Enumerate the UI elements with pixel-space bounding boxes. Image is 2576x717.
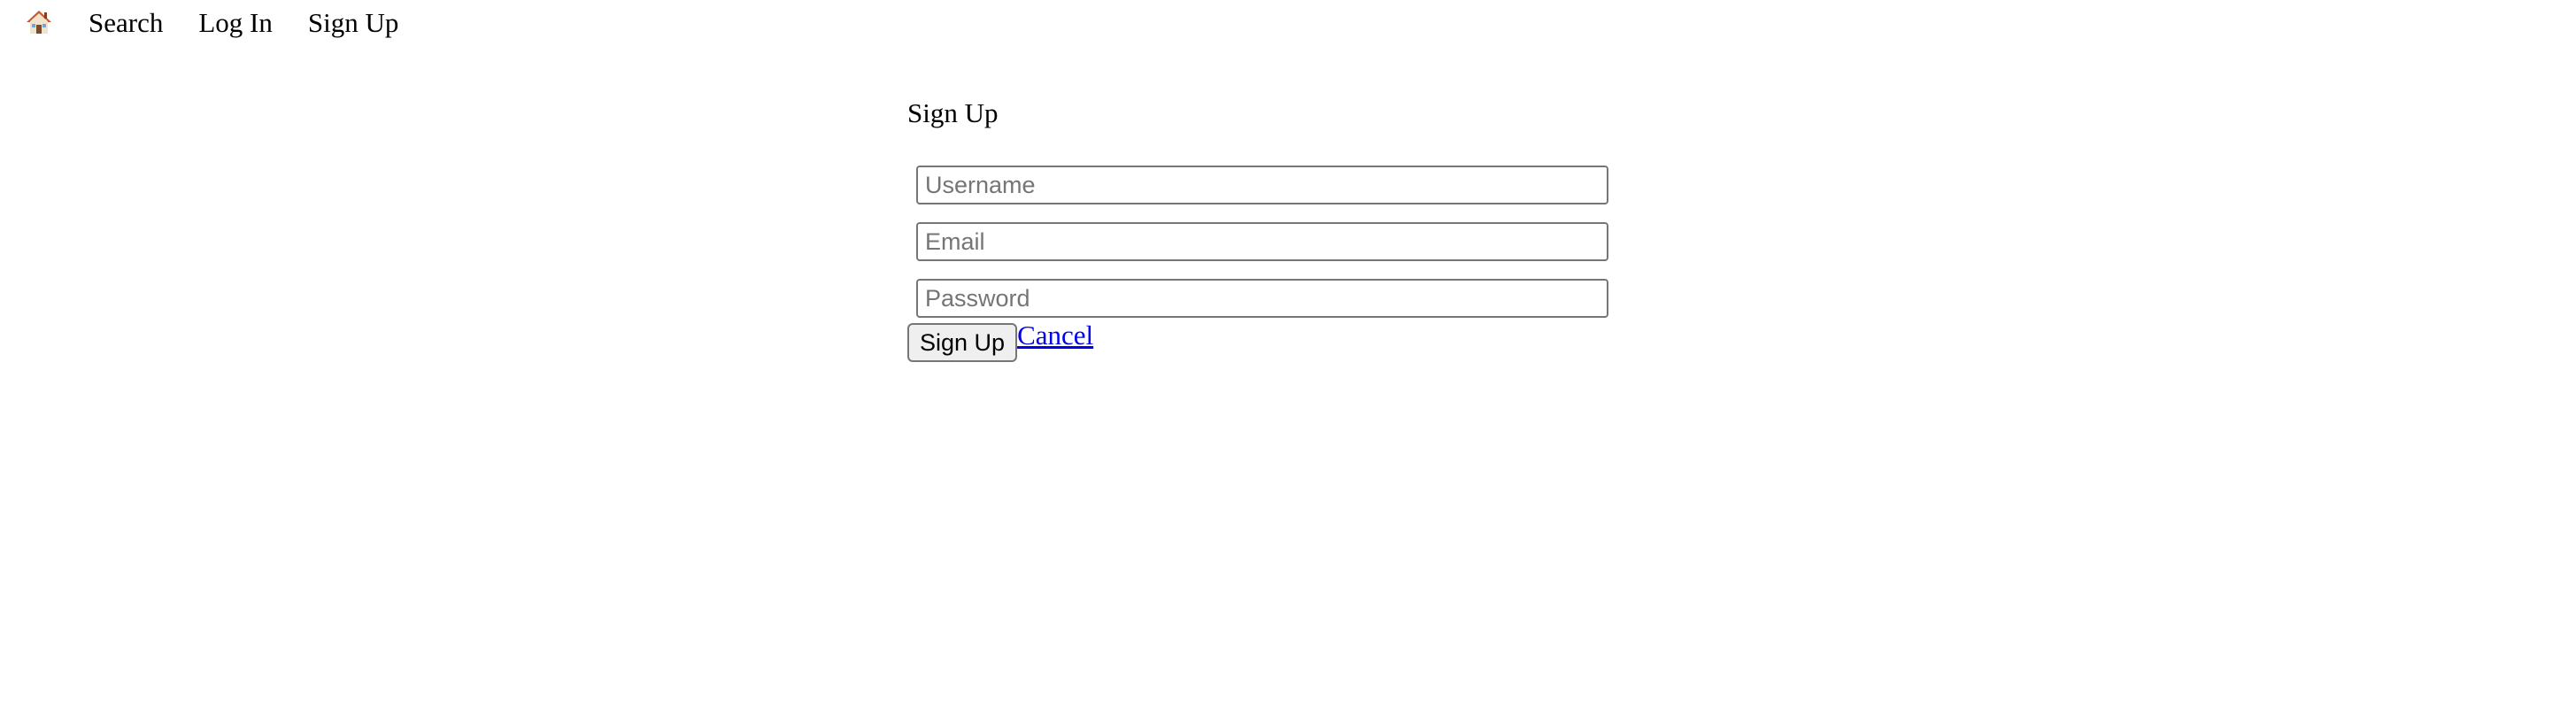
username-field[interactable]	[916, 166, 1608, 204]
cancel-link[interactable]: Cancel	[1017, 321, 1093, 349]
email-field[interactable]	[916, 222, 1608, 261]
house-icon[interactable]	[25, 8, 53, 36]
top-nav: Search Log In Sign Up	[0, 0, 434, 44]
nav-signup-link[interactable]: Sign Up	[308, 9, 399, 36]
house-icon-graphic	[27, 11, 51, 34]
password-field[interactable]	[916, 279, 1608, 318]
form-actions: Sign Up Cancel	[907, 321, 1616, 362]
signup-form: Sign Up Sign Up Cancel	[907, 99, 1616, 362]
nav-search-link[interactable]: Search	[89, 9, 163, 36]
nav-login-link[interactable]: Log In	[198, 9, 273, 36]
signup-fields	[916, 166, 1616, 318]
signup-button[interactable]: Sign Up	[907, 323, 1018, 362]
page-title: Sign Up	[907, 97, 999, 128]
